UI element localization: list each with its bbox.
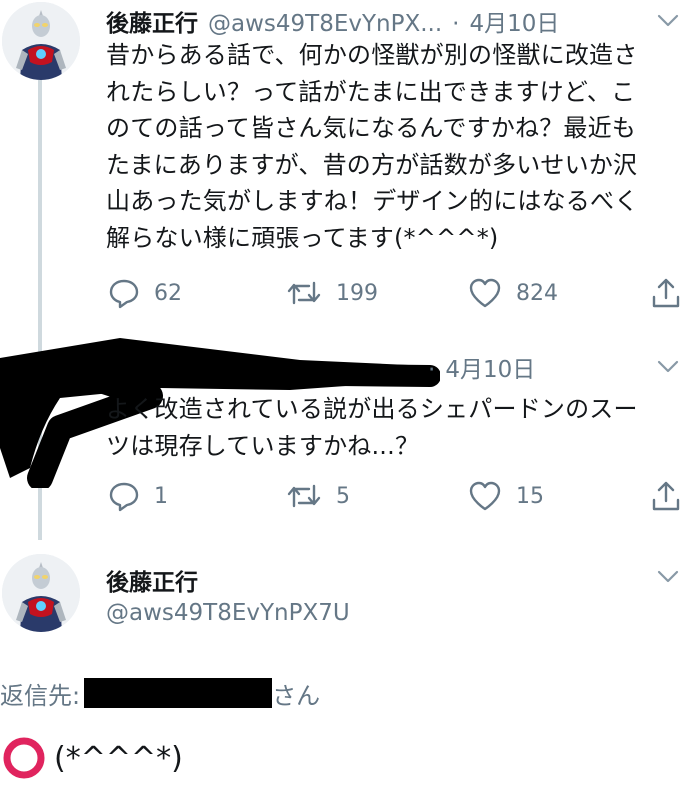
like-button[interactable]: 15: [468, 480, 544, 512]
avatar[interactable]: [2, 2, 80, 80]
tweet-text-line: 山あった気がしますね！デザイン的にはなるべく: [106, 187, 639, 216]
author-handle[interactable]: @aws49T8EvYnPX7U: [106, 600, 350, 626]
tweet-text: 昔からある話で、何かの怪獣が別の怪獣に改造さ れたらしい？って話がたまに出できま…: [106, 37, 686, 257]
tweet-text-line: 解らない様に頑張ってます(*^^^*): [106, 223, 499, 252]
chevron-down-icon[interactable]: [656, 12, 680, 28]
heavy-circle-icon: [3, 737, 45, 779]
like-icon: [469, 278, 501, 308]
retweet-count: 199: [336, 280, 378, 306]
tweet-header: 後藤正行 @aws49T8EvYnPX... · 4月10日: [106, 4, 646, 38]
reply-button[interactable]: 62: [108, 277, 182, 309]
author-name[interactable]: 後藤正行: [106, 563, 198, 597]
tweet-header: · 4月10日: [428, 350, 535, 384]
like-button[interactable]: 824: [468, 277, 558, 309]
retweet-count: 5: [336, 483, 350, 509]
tweet-text-line: ツは現存していますかね...？: [106, 431, 420, 460]
focused-tweet-text: (*^^^*): [2, 734, 183, 782]
avatar-image: [2, 2, 80, 80]
reply-count: 62: [154, 280, 182, 306]
tweet-text: (*^^^*): [54, 740, 183, 776]
separator: ·: [452, 11, 460, 37]
tweet-text: よく改造されている説が出るシェパードンのスー ツは現存していますかね...？: [106, 391, 686, 464]
retweet-icon: [287, 484, 321, 508]
redacted-handle: [84, 678, 273, 708]
tweet-text-line: たまにありますが、昔の方が話数が多いせいか沢: [106, 150, 638, 179]
retweet-icon: [287, 281, 321, 305]
reply-button[interactable]: 1: [108, 480, 168, 512]
reply-to-prefix: 返信先:: [0, 681, 81, 710]
avatar[interactable]: [2, 554, 80, 632]
tweet-text-line: のての話って皆さん気になるんですかね？最近も: [106, 114, 636, 143]
chevron-down-icon[interactable]: [656, 358, 680, 374]
separator: ·: [428, 357, 436, 383]
retweet-button[interactable]: 5: [286, 480, 350, 512]
like-count: 15: [516, 483, 544, 509]
retweet-button[interactable]: 199: [286, 277, 378, 309]
tweet-text-line: れたらしい？って話がたまに出できますけど、こ: [106, 77, 636, 106]
reply-icon: [109, 482, 139, 512]
tweet-date[interactable]: 4月10日: [445, 350, 535, 384]
reply-to-line: 返信先: さん: [0, 676, 320, 710]
reply-count: 1: [154, 483, 168, 509]
reply-icon: [109, 279, 139, 309]
like-count: 824: [516, 280, 558, 306]
share-icon[interactable]: [650, 277, 682, 309]
tweet-date[interactable]: 4月10日: [469, 4, 559, 38]
reply-to-suffix: さん: [272, 681, 321, 710]
author-name[interactable]: 後藤正行: [106, 4, 198, 38]
like-icon: [469, 481, 501, 511]
tweet-text-line: 昔からある話で、何かの怪獣が別の怪獣に改造さ: [106, 41, 638, 69]
share-icon[interactable]: [650, 480, 682, 512]
tweet-text-line: よく改造されている説が出るシェパードンのスー: [106, 395, 638, 423]
chevron-down-icon[interactable]: [656, 568, 680, 584]
avatar-image: [2, 554, 80, 632]
author-handle[interactable]: @aws49T8EvYnPX...: [208, 11, 442, 37]
